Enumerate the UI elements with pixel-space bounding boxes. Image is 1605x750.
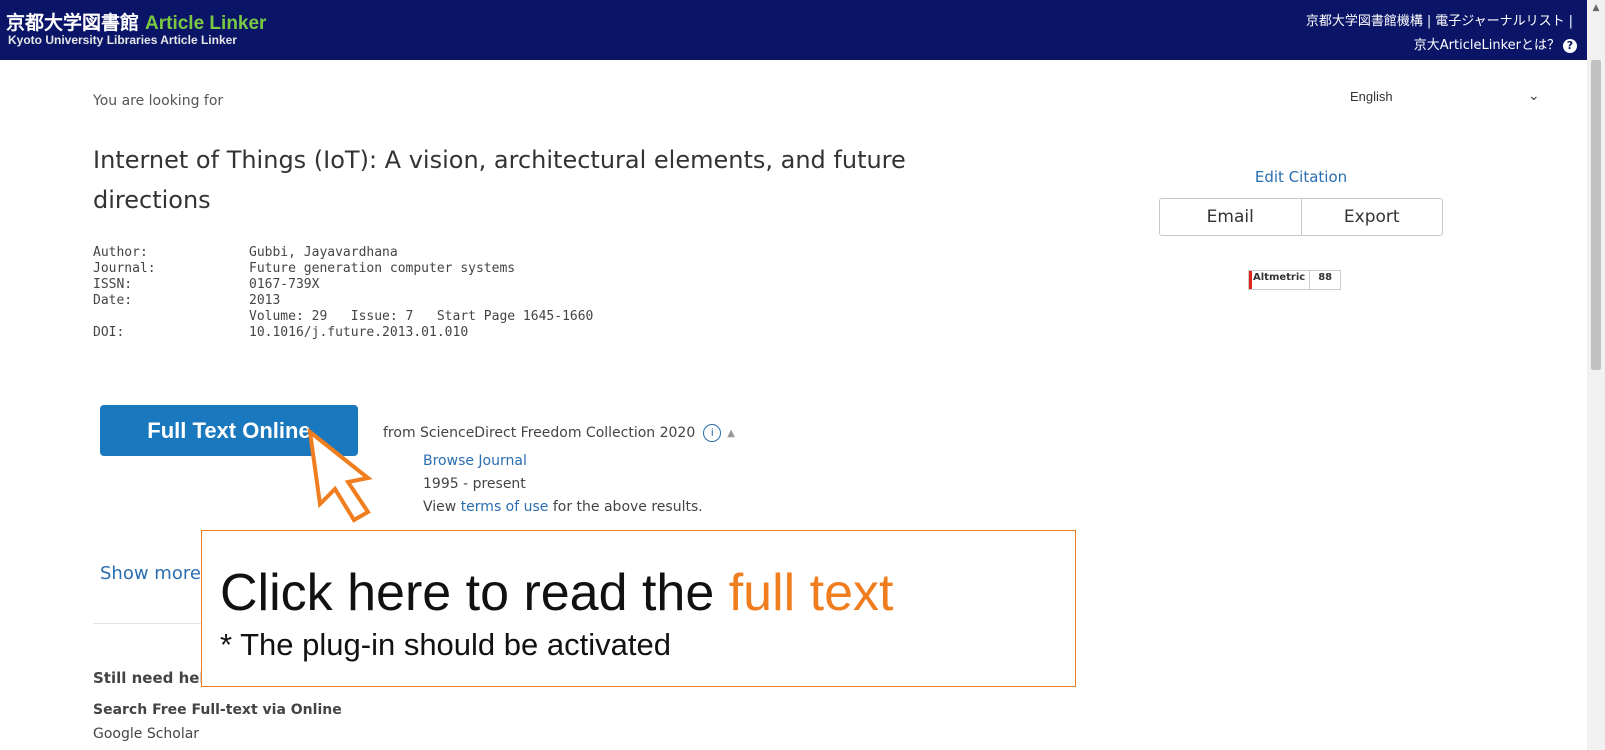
terms-of-use-link[interactable]: terms of use bbox=[461, 499, 549, 515]
metadata-row: Journal: Future generation computer syste… bbox=[93, 261, 593, 277]
google-scholar-link[interactable]: Google Scholar bbox=[93, 726, 199, 742]
separator: | bbox=[1426, 14, 1432, 29]
metadata-row: Date: 2013 bbox=[93, 293, 593, 309]
export-button[interactable]: Export bbox=[1302, 199, 1443, 235]
chevron-down-icon: ⌄ bbox=[1528, 87, 1540, 103]
callout-main-text: Click here to read the full text bbox=[220, 563, 893, 623]
altmetric-score: 88 bbox=[1318, 272, 1333, 283]
metadata-row: DOI: 10.1016/j.future.2013.01.010 bbox=[93, 325, 593, 341]
callout-highlight: full text bbox=[728, 564, 894, 622]
vertical-scrollbar[interactable]: ▲ bbox=[1587, 0, 1605, 750]
citation-actions: Email Export bbox=[1159, 198, 1443, 236]
top-header: 京都大学図書館 Article Linker Kyoto University L… bbox=[0, 0, 1587, 60]
metadata-row: ISSN: 0167-739X bbox=[93, 277, 593, 293]
help-icon[interactable]: ? bbox=[1563, 38, 1577, 53]
fulltext-details: Browse Journal 1995 - present View terms… bbox=[423, 450, 703, 519]
edit-citation-link[interactable]: Edit Citation bbox=[1160, 168, 1442, 186]
metadata-value: 2013 bbox=[249, 293, 281, 308]
metadata-label bbox=[93, 309, 249, 325]
fulltext-source: from ScienceDirect Freedom Collection 20… bbox=[383, 424, 735, 442]
pointer-arrow-icon bbox=[307, 427, 373, 523]
brand-logo[interactable]: 京都大学図書館 Article Linker bbox=[6, 8, 266, 35]
callout-sub-text: * The plug-in should be activated bbox=[220, 627, 671, 662]
metadata-value: Volume: 29 Issue: 7 Start Page 1645-1660 bbox=[249, 309, 594, 324]
metadata-label: Date: bbox=[93, 293, 133, 308]
metadata-label: Author: bbox=[93, 245, 148, 260]
article-title: Internet of Things (IoT): A vision, arch… bbox=[93, 146, 906, 214]
browse-journal-link[interactable]: Browse Journal bbox=[423, 453, 527, 469]
metadata-label: ISSN: bbox=[93, 277, 133, 292]
terms-suffix: for the above results. bbox=[548, 499, 703, 515]
about-articlelinker-link[interactable]: 京大ArticleLinkerとは？ bbox=[1414, 38, 1560, 53]
metadata-value: Future generation computer systems bbox=[249, 261, 516, 276]
library-link[interactable]: 京都大学図書館機構 bbox=[1306, 14, 1423, 29]
info-icon[interactable]: i bbox=[703, 424, 722, 442]
looking-for-label: You are looking for bbox=[93, 93, 224, 109]
coverage-range: 1995 - present bbox=[423, 476, 526, 492]
brand-name-ja: 京都大学図書館 bbox=[6, 13, 140, 34]
source-text: from ScienceDirect Freedom Collection 20… bbox=[383, 425, 696, 441]
brand-subtitle: Kyoto University Libraries Article Linke… bbox=[8, 33, 237, 47]
metadata-row: Author: Gubbi, Jayavardhana bbox=[93, 245, 593, 261]
email-button[interactable]: Email bbox=[1160, 199, 1302, 235]
language-select[interactable]: English ⌄ bbox=[1350, 87, 1550, 111]
altmetric-badge[interactable]: Altmetric 88 bbox=[1248, 270, 1342, 290]
metadata-value: Gubbi, Jayavardhana bbox=[249, 245, 398, 260]
metadata-row: Volume: 29 Issue: 7 Start Page 1645-1660 bbox=[93, 309, 593, 325]
article-metadata: Author: Gubbi, Jayavardhana Journal: Futur… bbox=[93, 245, 593, 341]
callout-main-prefix: Click here to read the bbox=[220, 564, 729, 622]
terms-prefix: View bbox=[423, 499, 461, 515]
terms-line: View terms of use for the above results. bbox=[423, 496, 703, 519]
altmetric-logo: Altmetric bbox=[1249, 271, 1311, 289]
scroll-up-arrow-icon[interactable]: ▲ bbox=[1587, 0, 1605, 16]
language-selected: English bbox=[1350, 89, 1393, 104]
collapse-caret-icon[interactable]: ▲ bbox=[727, 428, 735, 439]
metadata-value: 10.1016/j.future.2013.01.010 bbox=[249, 325, 469, 340]
metadata-label: DOI: bbox=[93, 325, 125, 340]
separator: | bbox=[1568, 14, 1573, 29]
ejournal-list-link[interactable]: 電子ジャーナルリスト bbox=[1435, 14, 1564, 29]
metadata-label: Journal: bbox=[93, 261, 156, 276]
brand-name-en: Article Linker bbox=[145, 13, 267, 34]
header-links: 京都大学図書館機構 | 電子ジャーナルリスト | 京大ArticleLinkerとは？… bbox=[1306, 10, 1577, 58]
metadata-value: 0167-739X bbox=[249, 277, 320, 292]
scroll-thumb[interactable] bbox=[1591, 60, 1601, 370]
search-free-heading: Search Free Full-text via Online bbox=[93, 702, 342, 718]
annotation-callout: Click here to read the full text * The p… bbox=[201, 530, 1076, 687]
